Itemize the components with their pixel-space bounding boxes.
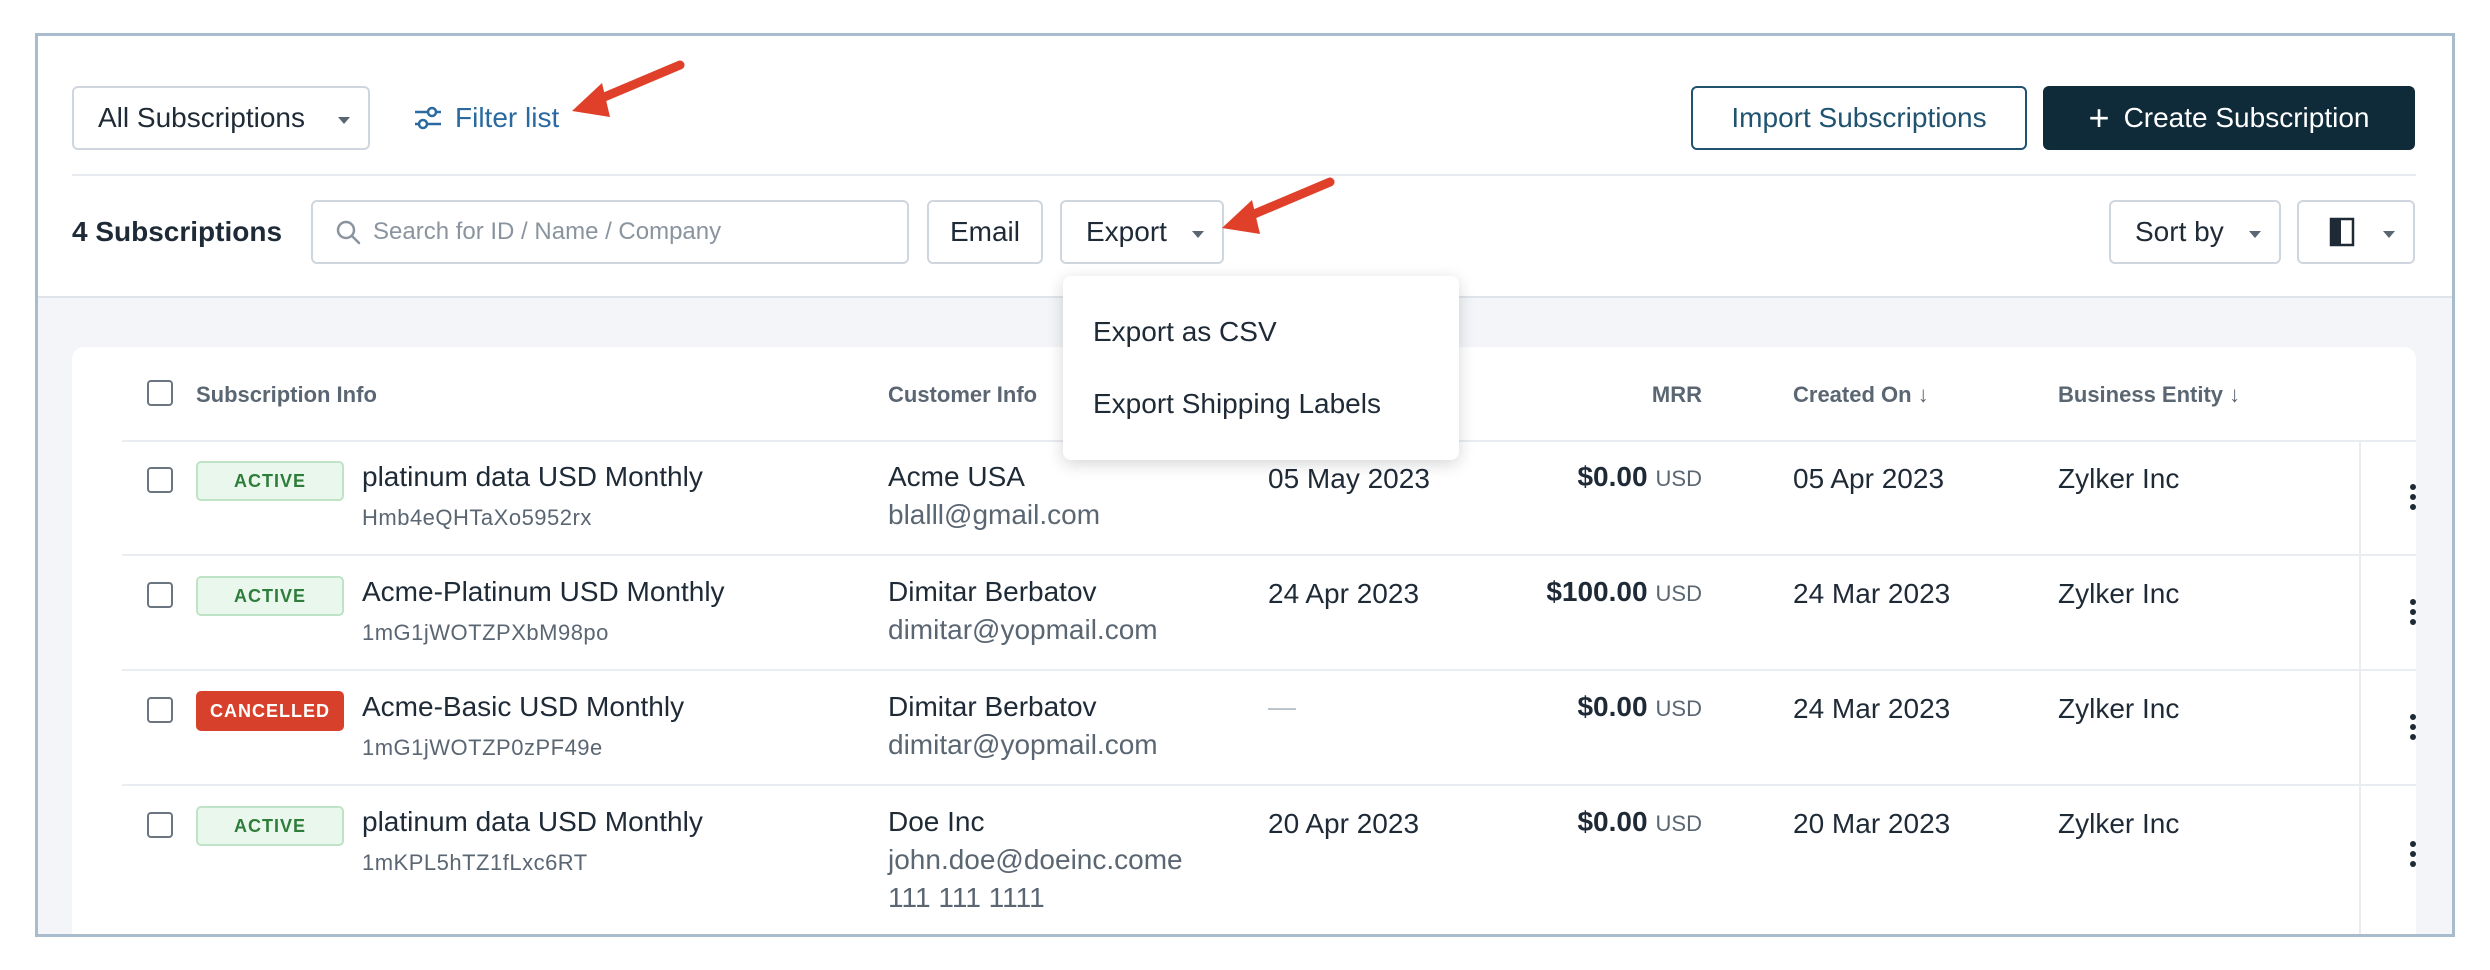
customer-name[interactable]: Acme USA (888, 461, 1025, 493)
caret-down-icon (338, 117, 350, 124)
filter-list-link[interactable]: Filter list (413, 94, 559, 142)
plan-name[interactable]: Acme-Basic USD Monthly (362, 691, 684, 723)
export-csv-item[interactable]: Export as CSV (1093, 316, 1277, 348)
mrr-value: $0.00 USD (1577, 806, 1702, 838)
mrr-value: $100.00 USD (1546, 576, 1702, 608)
created-on-date: 20 Mar 2023 (1793, 808, 1951, 839)
customer-email: dimitar@yopmail.com (888, 729, 1158, 760)
business-entity: Zylker Inc (2058, 693, 2180, 724)
annotation-arrow-icon (572, 60, 685, 117)
sliders-icon (415, 106, 441, 130)
row-checkbox[interactable] (147, 582, 173, 608)
business-entity: Zylker Inc (2058, 463, 2180, 494)
mrr-currency: USD (1655, 696, 1702, 721)
kebab-menu-icon[interactable] (2410, 599, 2416, 629)
search-icon (336, 220, 361, 245)
app-frame: All Subscriptions Filter list Import Sub… (35, 33, 2455, 937)
annotation-arrow-icon (1222, 177, 1335, 234)
caret-down-icon (2383, 231, 2395, 238)
customer-name[interactable]: Dimitar Berbatov (888, 576, 1097, 608)
business-entity: Zylker Inc (2058, 808, 2180, 839)
status-badge: ACTIVE (196, 461, 344, 501)
mrr-currency: USD (1655, 581, 1702, 606)
caret-down-icon (2249, 231, 2261, 238)
row-divider (122, 554, 2416, 556)
column-layout-dropdown[interactable] (2297, 200, 2415, 264)
mrr-currency: USD (1655, 466, 1702, 491)
export-menu: Export as CSV Export Shipping Labels (1063, 276, 1459, 460)
select-all-checkbox[interactable] (147, 380, 173, 406)
search-input[interactable] (373, 218, 893, 246)
created-on-date: 05 Apr 2023 (1793, 463, 1945, 494)
subscription-id: 1mG1jWOTZPXbM98po (362, 620, 609, 645)
customer-email: blalll@gmail.com (888, 499, 1101, 530)
next-billing-date: — (1268, 691, 1296, 722)
kebab-menu-icon[interactable] (2410, 484, 2416, 514)
row-checkbox[interactable] (147, 467, 173, 493)
status-badge: ACTIVE (196, 806, 344, 846)
export-label: Export (1086, 216, 1167, 247)
customer-phone: 111 111 1111 (888, 882, 1045, 913)
next-billing-date: 20 Apr 2023 (1268, 808, 1420, 839)
status-badge: ACTIVE (196, 576, 344, 616)
sort-by-dropdown[interactable]: Sort by (2109, 200, 2281, 264)
next-billing-date: 05 May 2023 (1268, 463, 1430, 494)
subscription-id: 1mKPL5hTZ1fLxc6RT (362, 850, 588, 875)
filter-list-label: Filter list (455, 102, 560, 133)
header-business-entity[interactable]: Business Entity ↓ (2058, 382, 2240, 408)
search-box[interactable] (311, 200, 909, 264)
import-subscriptions-button[interactable]: Import Subscriptions (1691, 86, 2027, 150)
column-layout-icon (2329, 217, 2355, 247)
header-mrr[interactable]: MRR (1652, 382, 1702, 408)
row-actions-column (2359, 440, 2416, 934)
plan-name[interactable]: platinum data USD Monthly (362, 461, 703, 493)
row-divider (122, 669, 2416, 671)
customer-name[interactable]: Doe Inc (888, 806, 985, 838)
mrr-value: $0.00 USD (1577, 691, 1702, 723)
create-subscription-button[interactable]: + Create Subscription (2043, 86, 2415, 150)
export-dropdown-button[interactable]: Export (1060, 200, 1224, 264)
create-subscription-label: Create Subscription (2123, 102, 2370, 133)
header-created-on[interactable]: Created On ↓ (1793, 382, 1929, 408)
customer-email: dimitar@yopmail.com (888, 614, 1158, 645)
header-customer-info[interactable]: Customer Info (888, 382, 1037, 408)
kebab-menu-icon[interactable] (2410, 714, 2416, 744)
subscription-count: 4 Subscriptions (72, 216, 283, 247)
mrr-value: $0.00 USD (1577, 461, 1702, 493)
status-badge: CANCELLED (196, 691, 344, 731)
view-select-label: All Subscriptions (98, 102, 305, 133)
mrr-currency: USD (1655, 811, 1702, 836)
mrr-amount: $100.00 (1546, 576, 1648, 607)
created-on-date: 24 Mar 2023 (1793, 578, 1951, 609)
row-checkbox[interactable] (147, 812, 173, 838)
subscription-id: Hmb4eQHTaXo5952rx (362, 505, 592, 530)
mrr-amount: $0.00 (1577, 806, 1648, 837)
view-select-dropdown[interactable]: All Subscriptions (72, 86, 370, 150)
caret-down-icon (1192, 231, 1204, 238)
sort-by-label: Sort by (2135, 216, 2224, 247)
kebab-menu-icon[interactable] (2410, 841, 2416, 871)
row-divider (122, 784, 2416, 786)
subscription-id: 1mG1jWOTZP0zPF49e (362, 735, 603, 760)
next-billing-date: 24 Apr 2023 (1268, 578, 1420, 609)
customer-name[interactable]: Dimitar Berbatov (888, 691, 1097, 723)
export-shipping-labels-item[interactable]: Export Shipping Labels (1093, 388, 1381, 420)
mrr-amount: $0.00 (1577, 691, 1648, 722)
business-entity: Zylker Inc (2058, 578, 2180, 609)
row-checkbox[interactable] (147, 697, 173, 723)
plan-name[interactable]: Acme-Platinum USD Monthly (362, 576, 725, 608)
mrr-amount: $0.00 (1577, 461, 1648, 492)
created-on-date: 24 Mar 2023 (1793, 693, 1951, 724)
customer-email: john.doe@doeinc.come (888, 844, 1183, 875)
email-button[interactable]: Email (927, 200, 1043, 264)
plan-name[interactable]: platinum data USD Monthly (362, 806, 703, 838)
toolbar: All Subscriptions Filter list Import Sub… (38, 36, 2452, 298)
plus-icon: + (2088, 97, 2110, 138)
header-subscription-info[interactable]: Subscription Info (196, 382, 377, 408)
